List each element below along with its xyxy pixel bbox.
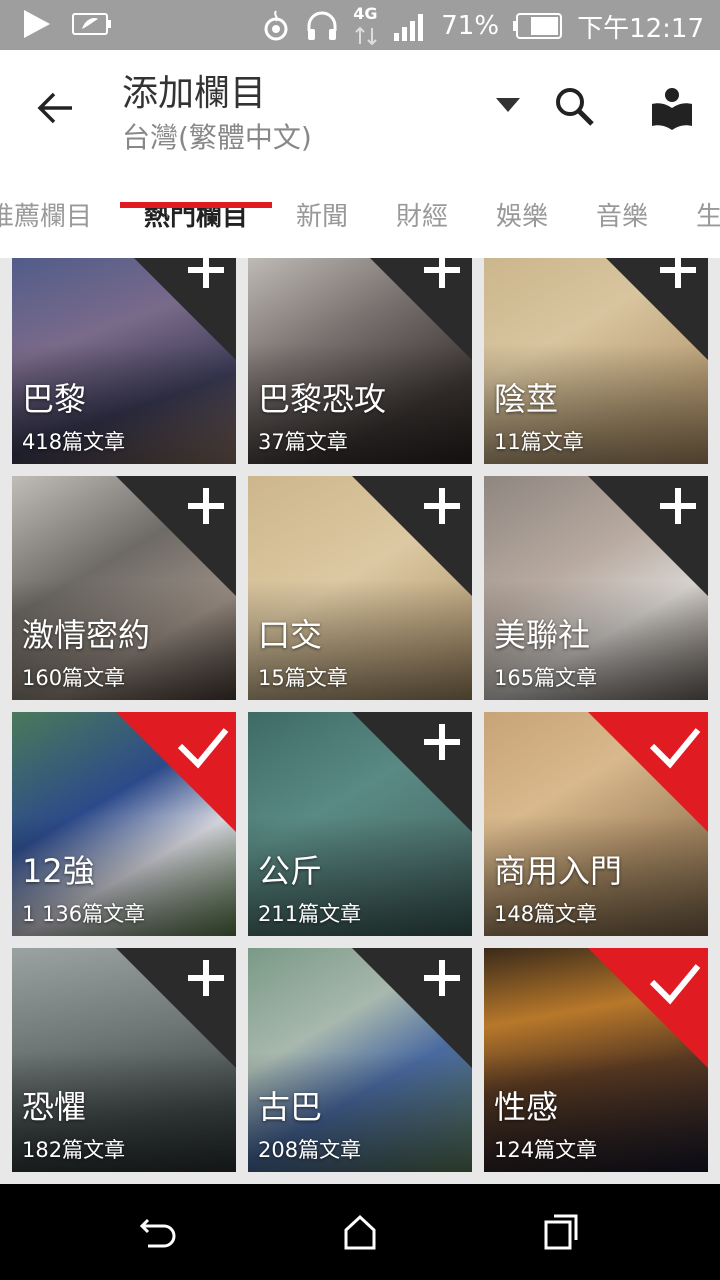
category-tabs: 推薦欄目 熱門欄目 新聞 財經 娛樂 音樂 生: [0, 182, 720, 258]
topic-name: 口交: [258, 616, 323, 654]
topic-count: 15篇文章: [258, 666, 348, 690]
search-icon[interactable]: [554, 86, 596, 128]
topic-tile[interactable]: 恐懼 182篇文章: [12, 948, 236, 1172]
topic-tile[interactable]: 巴黎 418篇文章: [12, 258, 236, 464]
add-corner[interactable]: [588, 476, 708, 596]
selected-corner[interactable]: [588, 948, 708, 1068]
network-type: 4G: [353, 4, 378, 23]
topic-tile[interactable]: 口交 15篇文章: [248, 476, 472, 700]
tab-entertainment[interactable]: 娛樂: [496, 196, 548, 233]
sync-icon: [264, 10, 288, 41]
dropdown-triangle-icon[interactable]: [496, 98, 520, 112]
topic-name: 陰莖: [494, 380, 559, 418]
add-corner[interactable]: [352, 476, 472, 596]
topic-name: 巴黎恐攻: [258, 380, 387, 418]
status-bar: 4G 71% 下午12:17: [0, 0, 720, 50]
clock: 下午12:17: [577, 13, 704, 44]
topic-count: 182篇文章: [22, 1138, 126, 1162]
topic-grid: 巴黎 418篇文章 巴黎恐攻 37篇文章 陰莖 11篇文章 激情密約 160篇文…: [0, 258, 720, 1184]
selected-corner[interactable]: [116, 712, 236, 832]
back-arrow-icon[interactable]: [36, 88, 76, 128]
topic-count: 160篇文章: [22, 666, 126, 690]
back-nav-icon[interactable]: [138, 1212, 178, 1252]
tab-news[interactable]: 新聞: [296, 196, 348, 233]
topic-tile[interactable]: 陰莖 11篇文章: [484, 258, 708, 464]
battery-percent: 71%: [441, 11, 500, 41]
topic-count: 208篇文章: [258, 1138, 362, 1162]
add-corner[interactable]: [352, 948, 472, 1068]
topic-count: 37篇文章: [258, 430, 348, 454]
play-store-icon: [24, 10, 50, 38]
tab-finance[interactable]: 財經: [396, 196, 448, 233]
add-corner[interactable]: [116, 476, 236, 596]
data-arrows-icon: [355, 26, 377, 46]
topic-tile[interactable]: 激情密約 160篇文章: [12, 476, 236, 700]
region-selector[interactable]: 台灣(繁體中文): [122, 116, 312, 156]
signal-icon: [394, 14, 424, 41]
add-corner[interactable]: [352, 258, 472, 360]
topic-tile[interactable]: 巴黎恐攻 37篇文章: [248, 258, 472, 464]
page-title: 添加欄目: [122, 73, 267, 114]
topic-count: 148篇文章: [494, 902, 598, 926]
battery-saver-icon: [72, 13, 111, 35]
topic-tile[interactable]: 性感 124篇文章: [484, 948, 708, 1172]
topic-name: 激情密約: [22, 616, 151, 654]
topic-name: 巴黎: [22, 380, 87, 418]
topic-tile[interactable]: 商用入門 148篇文章: [484, 712, 708, 936]
topic-count: 418篇文章: [22, 430, 126, 454]
topic-count: 165篇文章: [494, 666, 598, 690]
topic-name: 美聯社: [494, 616, 591, 654]
selected-corner[interactable]: [588, 712, 708, 832]
add-corner[interactable]: [116, 258, 236, 360]
tab-life[interactable]: 生: [696, 196, 720, 233]
topic-count: 1 136篇文章: [22, 902, 146, 926]
battery-icon: [513, 13, 563, 39]
headset-icon: [307, 11, 337, 40]
topic-name: 商用入門: [494, 852, 623, 890]
reader-book-icon[interactable]: [650, 86, 694, 130]
add-corner[interactable]: [352, 712, 472, 832]
add-corner[interactable]: [588, 258, 708, 360]
topic-count: 211篇文章: [258, 902, 362, 926]
add-corner[interactable]: [116, 948, 236, 1068]
topic-count: 11篇文章: [494, 430, 584, 454]
topic-name: 性感: [494, 1088, 559, 1126]
topic-tile[interactable]: 公斤 211篇文章: [248, 712, 472, 936]
topic-name: 古巴: [258, 1088, 323, 1126]
home-nav-icon[interactable]: [340, 1212, 380, 1252]
topic-tile[interactable]: 12強 1 136篇文章: [12, 712, 236, 936]
topic-name: 12強: [22, 852, 95, 890]
app-header: 添加欄目 台灣(繁體中文) 推薦欄目 熱門欄目 新聞 財經 娛樂 音樂 生: [0, 50, 720, 258]
topic-name: 公斤: [258, 852, 323, 890]
topic-count: 124篇文章: [494, 1138, 598, 1162]
topic-name: 恐懼: [22, 1088, 87, 1126]
tab-recommended[interactable]: 推薦欄目: [0, 196, 92, 233]
tab-music[interactable]: 音樂: [596, 196, 648, 233]
topic-tile[interactable]: 古巴 208篇文章: [248, 948, 472, 1172]
system-nav-bar: [0, 1184, 720, 1280]
topic-tile[interactable]: 美聯社 165篇文章: [484, 476, 708, 700]
recents-nav-icon[interactable]: [542, 1212, 582, 1252]
tab-indicator: [120, 202, 272, 208]
